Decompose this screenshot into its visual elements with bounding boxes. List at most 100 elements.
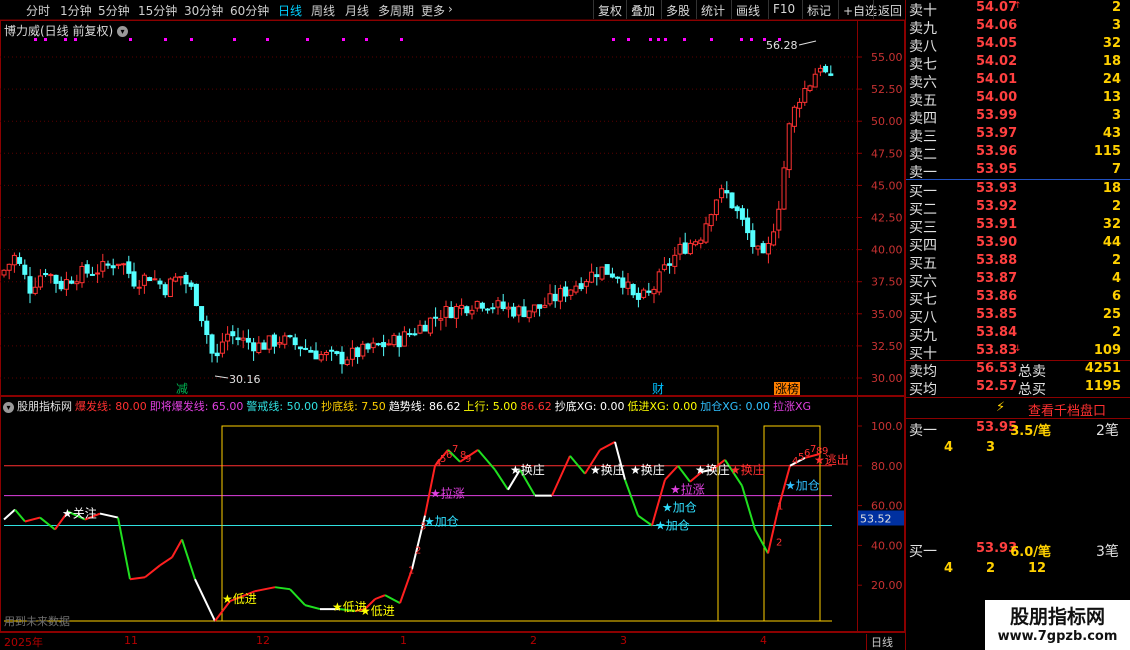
- candle-body: [552, 293, 558, 302]
- period-tab[interactable]: 分时: [26, 2, 50, 19]
- signal-label: ★换庄: [630, 462, 665, 477]
- candle-body: [126, 261, 132, 274]
- trend-line-segment: [171, 538, 183, 558]
- candle-body: [547, 293, 553, 305]
- candle-body: [443, 306, 449, 318]
- ask-row[interactable]: 卖十 54.07 ↑ 2: [906, 0, 1130, 19]
- candle-body: [365, 343, 371, 350]
- period-tab[interactable]: 月线: [345, 2, 369, 19]
- trend-line-segment: [599, 441, 616, 451]
- candle-body: [641, 289, 647, 298]
- ask-row[interactable]: 卖二 53.96 115: [906, 144, 1130, 163]
- level-volume: 18: [1102, 54, 1121, 69]
- bid-row[interactable]: 买二 53.92 2: [906, 199, 1130, 218]
- period-label[interactable]: 日线: [866, 634, 893, 650]
- period-tab[interactable]: 多周期: [378, 2, 414, 19]
- candlestick-chart[interactable]: 55.00 52.50 50.00 47.50 45.00 42.50 40.00 37.50…: [0, 20, 905, 396]
- candle-body: [469, 309, 475, 315]
- ask-row[interactable]: 卖八 54.05 32: [906, 36, 1130, 55]
- candle-body: [115, 263, 121, 266]
- toolbar-button[interactable]: 叠加: [626, 0, 659, 19]
- thousand-level-link[interactable]: 查看千档盘口: [1028, 400, 1128, 419]
- period-tab[interactable]: 更多: [421, 2, 445, 19]
- candle-body: [661, 264, 667, 270]
- trend-line-segment: [99, 512, 119, 519]
- candle-body: [95, 272, 101, 275]
- indicator-name[interactable]: 股朋指标网: [17, 400, 72, 413]
- event-label[interactable]: 减: [176, 382, 188, 396]
- l1-queue: 43: [906, 440, 1130, 458]
- period-tab[interactable]: 日线: [278, 2, 302, 19]
- bid-row[interactable]: 买五 53.88 2: [906, 253, 1130, 272]
- candle-body: [266, 335, 272, 350]
- period-tab[interactable]: 周线: [311, 2, 335, 19]
- level-price: 54.01: [976, 72, 1018, 87]
- ask-row[interactable]: 卖七 54.02 18: [906, 54, 1130, 73]
- candle-body: [157, 280, 163, 285]
- indicator-menu-icon[interactable]: ▾: [3, 401, 14, 413]
- chevron-down-icon[interactable]: ▾: [117, 26, 129, 37]
- level-label: 买六: [909, 274, 937, 290]
- candle-body: [599, 266, 605, 280]
- ask-row[interactable]: 卖四 53.99 3: [906, 108, 1130, 127]
- toolbar-button[interactable]: 复权: [593, 0, 626, 19]
- period-tab[interactable]: 1分钟: [60, 2, 92, 19]
- signal-label: ★加仓: [662, 501, 697, 515]
- level-label: 买五: [909, 256, 937, 272]
- level-volume: 44: [1102, 235, 1121, 250]
- ask-row[interactable]: 卖九 54.06 3: [906, 18, 1130, 37]
- candle-body: [105, 263, 111, 266]
- period-tab[interactable]: 5分钟: [98, 2, 130, 19]
- candle-body: [620, 277, 626, 288]
- candle-body: [677, 243, 683, 255]
- more-arrow-icon[interactable]: ›: [448, 2, 453, 16]
- period-tab[interactable]: 60分钟: [230, 2, 269, 19]
- price-tick-label: 45.00: [871, 179, 903, 192]
- bid-row[interactable]: 买六 53.87 4: [906, 271, 1130, 290]
- total-value: 1195: [1084, 379, 1121, 394]
- candle-body: [490, 307, 496, 310]
- signal-dot: [233, 38, 236, 41]
- signal-dot: [683, 38, 686, 41]
- event-label[interactable]: 财: [652, 382, 664, 396]
- period-tab[interactable]: 30分钟: [184, 2, 223, 19]
- toolbar-button[interactable]: 统计: [696, 0, 729, 19]
- ask-row[interactable]: 卖六 54.01 24: [906, 72, 1130, 91]
- ask-row[interactable]: 卖三 53.97 43: [906, 126, 1130, 145]
- bid-row[interactable]: 买十 53.83 ↓ 109: [906, 343, 1130, 362]
- trend-line-segment: [664, 465, 679, 481]
- bid-row[interactable]: 买三 53.91 32: [906, 217, 1130, 236]
- bid-row[interactable]: 买七 53.86 6: [906, 289, 1130, 308]
- l1-label: 卖一: [909, 423, 937, 439]
- candle-body: [448, 306, 454, 319]
- candle-body: [682, 242, 688, 254]
- toolbar-button[interactable]: 画线: [731, 0, 764, 19]
- ask-row[interactable]: 卖五 54.00 13: [906, 90, 1130, 109]
- trend-line-segment: [194, 578, 216, 622]
- indicator-chart[interactable]: 100.080.0060.0040.0020.00★关注★低进★低进★低进★加仓…: [0, 396, 905, 632]
- date-label: 4: [760, 634, 767, 647]
- candle-body: [583, 281, 589, 287]
- period-tab[interactable]: 15分钟: [138, 2, 177, 19]
- candle-body: [755, 245, 761, 250]
- candle-body: [43, 273, 49, 276]
- up-arrow-icon: ↑: [1014, 1, 1022, 11]
- bid-row[interactable]: 买九 53.84 2: [906, 325, 1130, 344]
- toolbar-button[interactable]: 标记: [802, 0, 835, 19]
- candle-body: [438, 318, 444, 321]
- toolbar-button[interactable]: F10: [768, 0, 799, 19]
- indicator-param: 低进XG: 0.00: [627, 400, 698, 413]
- bid-row[interactable]: 买四 53.90 44: [906, 235, 1130, 254]
- bid-row[interactable]: 买一 53.93 18: [906, 181, 1130, 200]
- ask-row[interactable]: 卖一 53.95 7: [906, 162, 1130, 181]
- candle-body: [729, 192, 735, 209]
- bid-row[interactable]: 买八 53.85 25: [906, 307, 1130, 326]
- period-toolbar: 分时 1分钟 5分钟 15分钟 30分钟 60分钟 日线 周线 月线 多周期 更多 › 复权 叠加 多股 统计…: [0, 0, 905, 20]
- level-price: 53.99: [976, 108, 1018, 123]
- candle-body: [739, 208, 745, 220]
- indicator-param: 警戒线: 50.00: [246, 400, 319, 413]
- toolbar-button[interactable]: 返回: [873, 0, 906, 19]
- event-label[interactable]: 涨榜: [775, 381, 799, 396]
- toolbar-button[interactable]: 多股: [661, 0, 694, 19]
- candle-body: [375, 343, 381, 346]
